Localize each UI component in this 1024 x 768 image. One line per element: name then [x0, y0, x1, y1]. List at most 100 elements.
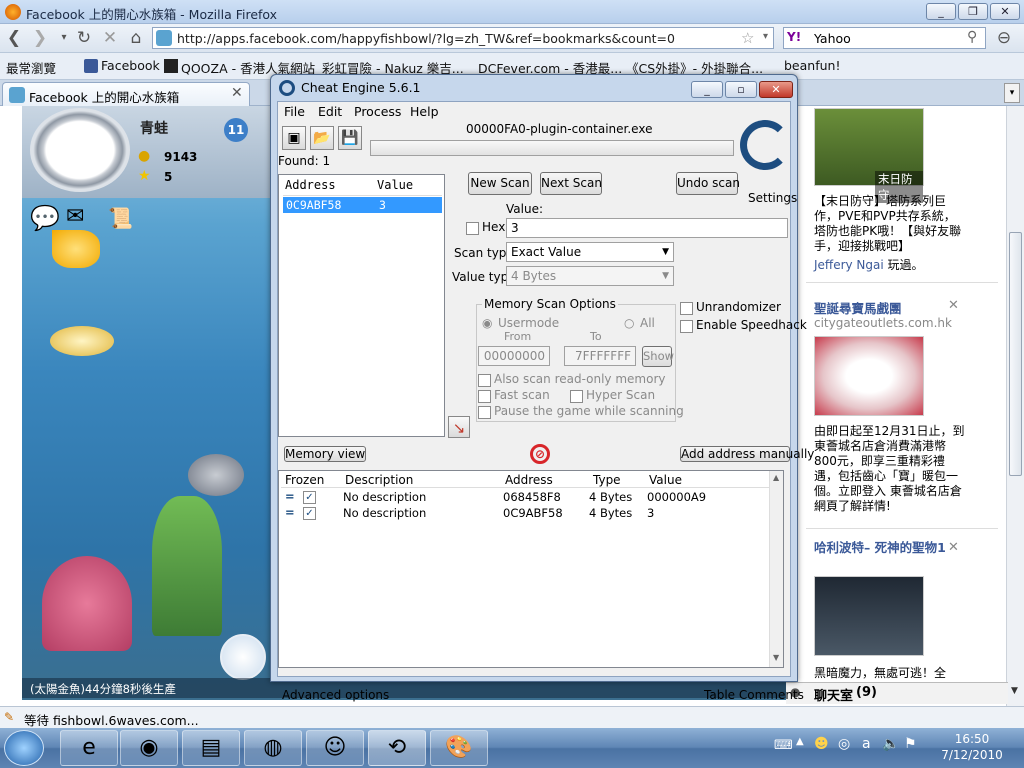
clock-time[interactable]: 16:50	[930, 732, 1014, 746]
value-type-select[interactable]: 4 Bytes ▼	[506, 266, 674, 286]
network-tray-icon[interactable]: ◎	[838, 736, 850, 752]
add-address-manually-button[interactable]: Add address manually	[680, 446, 814, 462]
search-icon[interactable]: ⚲	[967, 29, 977, 45]
usermode-radio[interactable]: ◉	[482, 316, 492, 330]
select-process-icon[interactable]: ▣	[282, 126, 306, 150]
open-file-icon[interactable]: 📂	[310, 126, 334, 150]
mail-icon[interactable]: ✉	[66, 204, 84, 229]
found-col-value[interactable]: Value	[377, 178, 413, 192]
addon-menu-icon[interactable]: ⊖	[994, 28, 1014, 48]
col-value[interactable]: Value	[649, 473, 682, 487]
firefox-taskbar-icon[interactable]: ◉	[120, 730, 178, 766]
bookmark-star-icon[interactable]: ☆	[741, 29, 754, 47]
hyper-scan-checkbox[interactable]	[570, 390, 583, 403]
messenger-taskbar-icon[interactable]: ☺	[306, 730, 364, 766]
tab-close-icon[interactable]: ✕	[231, 85, 243, 101]
chat-bar[interactable]: ● 聊天室 (9)	[786, 682, 1008, 704]
messenger-tray-icon[interactable]: ☻	[814, 736, 829, 752]
speedhack-checkbox[interactable]	[680, 320, 693, 333]
cheat-table[interactable]: Frozen Description Address Type Value = …	[278, 470, 784, 668]
menu-help[interactable]: Help	[410, 104, 439, 119]
from-input[interactable]: 00000000	[478, 346, 550, 366]
scroll-icon[interactable]: 📜	[108, 206, 133, 230]
menu-edit[interactable]: Edit	[318, 104, 342, 119]
menu-file[interactable]: File	[284, 104, 305, 119]
ce-maximize-button[interactable]: ▫	[725, 81, 757, 98]
clock-date[interactable]: 7/12/2010	[930, 748, 1014, 762]
scroll-up-icon[interactable]: ▲	[773, 473, 779, 482]
history-dropdown-icon[interactable]: ▾	[54, 28, 74, 48]
col-frozen[interactable]: Frozen	[285, 473, 324, 487]
stop-icon[interactable]: ✕	[100, 28, 120, 48]
ad1-user-link[interactable]: Jeffery Ngai	[814, 258, 884, 272]
explorer-taskbar-icon[interactable]: ▤	[182, 730, 240, 766]
ad3-close-icon[interactable]: ✕	[948, 540, 959, 555]
minimize-button[interactable]: _	[926, 3, 956, 20]
ad2-url[interactable]: citygateoutlets.com.hk	[814, 316, 952, 330]
table-scrollbar[interactable]: ▲ ▼	[769, 471, 783, 667]
menu-process[interactable]: Process	[354, 104, 401, 119]
undo-scan-button[interactable]: Undo scan	[676, 172, 740, 195]
fish-yellow[interactable]	[50, 326, 114, 356]
tab-list-icon[interactable]: ▾	[1004, 83, 1020, 103]
table-row[interactable]: = ✓ No description 0C9ABF58 4 Bytes 3	[279, 505, 769, 521]
volume-tray-icon[interactable]: 🔈	[882, 736, 899, 752]
scrollbar-thumb[interactable]	[1009, 232, 1022, 476]
maximize-button[interactable]: ❐	[958, 3, 988, 20]
flag-tray-icon[interactable]: ⚑	[904, 736, 917, 752]
frozen-checkbox[interactable]: ✓	[303, 491, 316, 504]
page-scrollbar[interactable]: ▼	[1006, 106, 1024, 706]
hex-checkbox[interactable]	[466, 222, 479, 235]
value-input[interactable]: 3	[506, 218, 788, 238]
table-row[interactable]: = ✓ No description 068458F8 4 Bytes 0000…	[279, 489, 769, 505]
ce-close-button[interactable]: ✕	[759, 81, 793, 98]
show-button[interactable]: Show	[642, 346, 674, 367]
ad2-title[interactable]: 聖誕尋寶馬戲團	[814, 298, 902, 317]
next-scan-button[interactable]: Next Scan	[540, 172, 602, 195]
address-bar[interactable]: http://apps.facebook.com/happyfishbowl/?…	[152, 27, 774, 49]
ad2-close-icon[interactable]: ✕	[948, 298, 959, 313]
url-dropdown-icon[interactable]: ▾	[763, 31, 768, 42]
found-row-selected[interactable]: 0C9ABF58 3	[283, 197, 442, 213]
save-file-icon[interactable]: 💾	[338, 126, 362, 150]
settings-label[interactable]: Settings	[748, 191, 797, 205]
col-description[interactable]: Description	[345, 473, 413, 487]
tab-fishbowl[interactable]: Facebook 上的開心水族箱 ✕	[2, 82, 250, 106]
memory-view-button[interactable]: Memory view	[284, 446, 366, 462]
media-taskbar-icon[interactable]: ◍	[244, 730, 302, 766]
ad2-image[interactable]	[814, 336, 924, 416]
bookmark-most-visited[interactable]: 最常瀏覽	[6, 58, 56, 77]
bookmark-facebook[interactable]: Facebook	[101, 58, 160, 73]
clear-list-icon[interactable]: ⊘	[530, 444, 550, 464]
scan-type-select[interactable]: Exact Value ▼	[506, 242, 674, 262]
readonly-checkbox[interactable]	[478, 374, 491, 387]
paint-taskbar-icon[interactable]: 🎨	[430, 730, 488, 766]
cheat-engine-logo[interactable]	[740, 120, 790, 170]
unrandomizer-checkbox[interactable]	[680, 302, 693, 315]
start-button[interactable]	[4, 730, 44, 766]
found-col-address[interactable]: Address	[285, 178, 336, 192]
advanced-options-label[interactable]: Advanced options	[282, 688, 389, 702]
home-icon[interactable]: ⌂	[126, 28, 146, 48]
scroll-down-icon[interactable]: ▼	[1011, 686, 1018, 696]
keyboard-tray-icon[interactable]: ⌨	[774, 738, 793, 753]
cheat-engine-window[interactable]: Cheat Engine 5.6.1 _ ▫ ✕ File Edit Proce…	[270, 74, 814, 702]
cheat-engine-taskbar-icon[interactable]: ⟲	[368, 730, 426, 766]
back-icon[interactable]: ❮	[4, 28, 24, 48]
new-scan-button[interactable]: New Scan	[468, 172, 532, 195]
forward-icon[interactable]: ❯	[30, 28, 50, 48]
ime-tray-icon[interactable]: a	[862, 736, 871, 752]
tray-expand-icon[interactable]: ▲	[796, 736, 804, 747]
ad1-image[interactable]: 末日防守	[814, 108, 924, 203]
avatar[interactable]	[30, 108, 130, 192]
ad3-title[interactable]: 哈利波特– 死神的聖物1	[814, 540, 954, 556]
pause-game-checkbox[interactable]	[478, 406, 491, 419]
all-radio[interactable]: ○	[624, 316, 634, 330]
ad3-image[interactable]	[814, 576, 924, 656]
found-address-list[interactable]: Address Value 0C9ABF58 3	[278, 174, 445, 437]
scroll-down-icon[interactable]: ▼	[773, 653, 779, 662]
game-action-button[interactable]	[220, 634, 266, 680]
bookmark-beanfun[interactable]: beanfun!	[784, 58, 840, 73]
search-bar[interactable]: Y! Yahoo ⚲	[783, 27, 986, 49]
chat-bubble-icon[interactable]: 💬	[30, 204, 60, 232]
